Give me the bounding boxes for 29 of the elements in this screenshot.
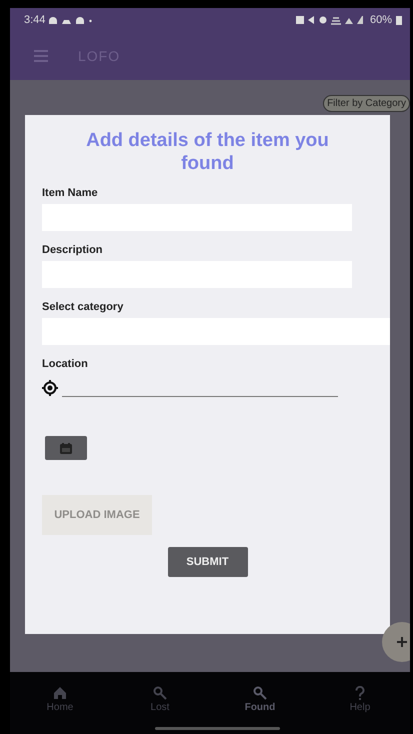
- home-icon: [53, 686, 67, 700]
- search-icon: [153, 686, 167, 700]
- question-mark-icon: [353, 686, 367, 700]
- search-icon: [253, 686, 267, 700]
- field-label: Select category: [42, 301, 124, 313]
- nav-tab[interactable]: Home: [10, 672, 110, 726]
- filter-button[interactable]: Filter by Category: [323, 95, 410, 112]
- plus-icon: [397, 637, 407, 647]
- bell-icon: [49, 15, 58, 25]
- dialog-title: Add details of the item you found: [85, 129, 330, 175]
- field-label: Location: [42, 358, 89, 370]
- add-button[interactable]: [382, 622, 410, 662]
- nav-tab[interactable]: Help: [310, 672, 410, 726]
- field-label: Description: [42, 244, 104, 256]
- calendar-icon: [60, 442, 72, 454]
- upload-image-button[interactable]: UPLOAD IMAGE: [42, 495, 152, 535]
- nav-tab[interactable]: Found: [210, 672, 310, 726]
- select-field[interactable]: [42, 318, 390, 345]
- bell-icon: [76, 15, 86, 25]
- battery-icon: [396, 15, 402, 25]
- field-label: Item Name: [42, 187, 99, 199]
- date-picker-button[interactable]: [45, 436, 87, 460]
- locate-icon: [42, 380, 58, 396]
- menu-icon: [34, 50, 48, 62]
- submit-button[interactable]: SUBMIT: [168, 547, 248, 577]
- battery-percentage: 60%: [370, 14, 392, 26]
- status-time: 3:44: [24, 14, 46, 26]
- signal-icon: [356, 15, 364, 25]
- nav-tab[interactable]: Lost: [110, 672, 210, 726]
